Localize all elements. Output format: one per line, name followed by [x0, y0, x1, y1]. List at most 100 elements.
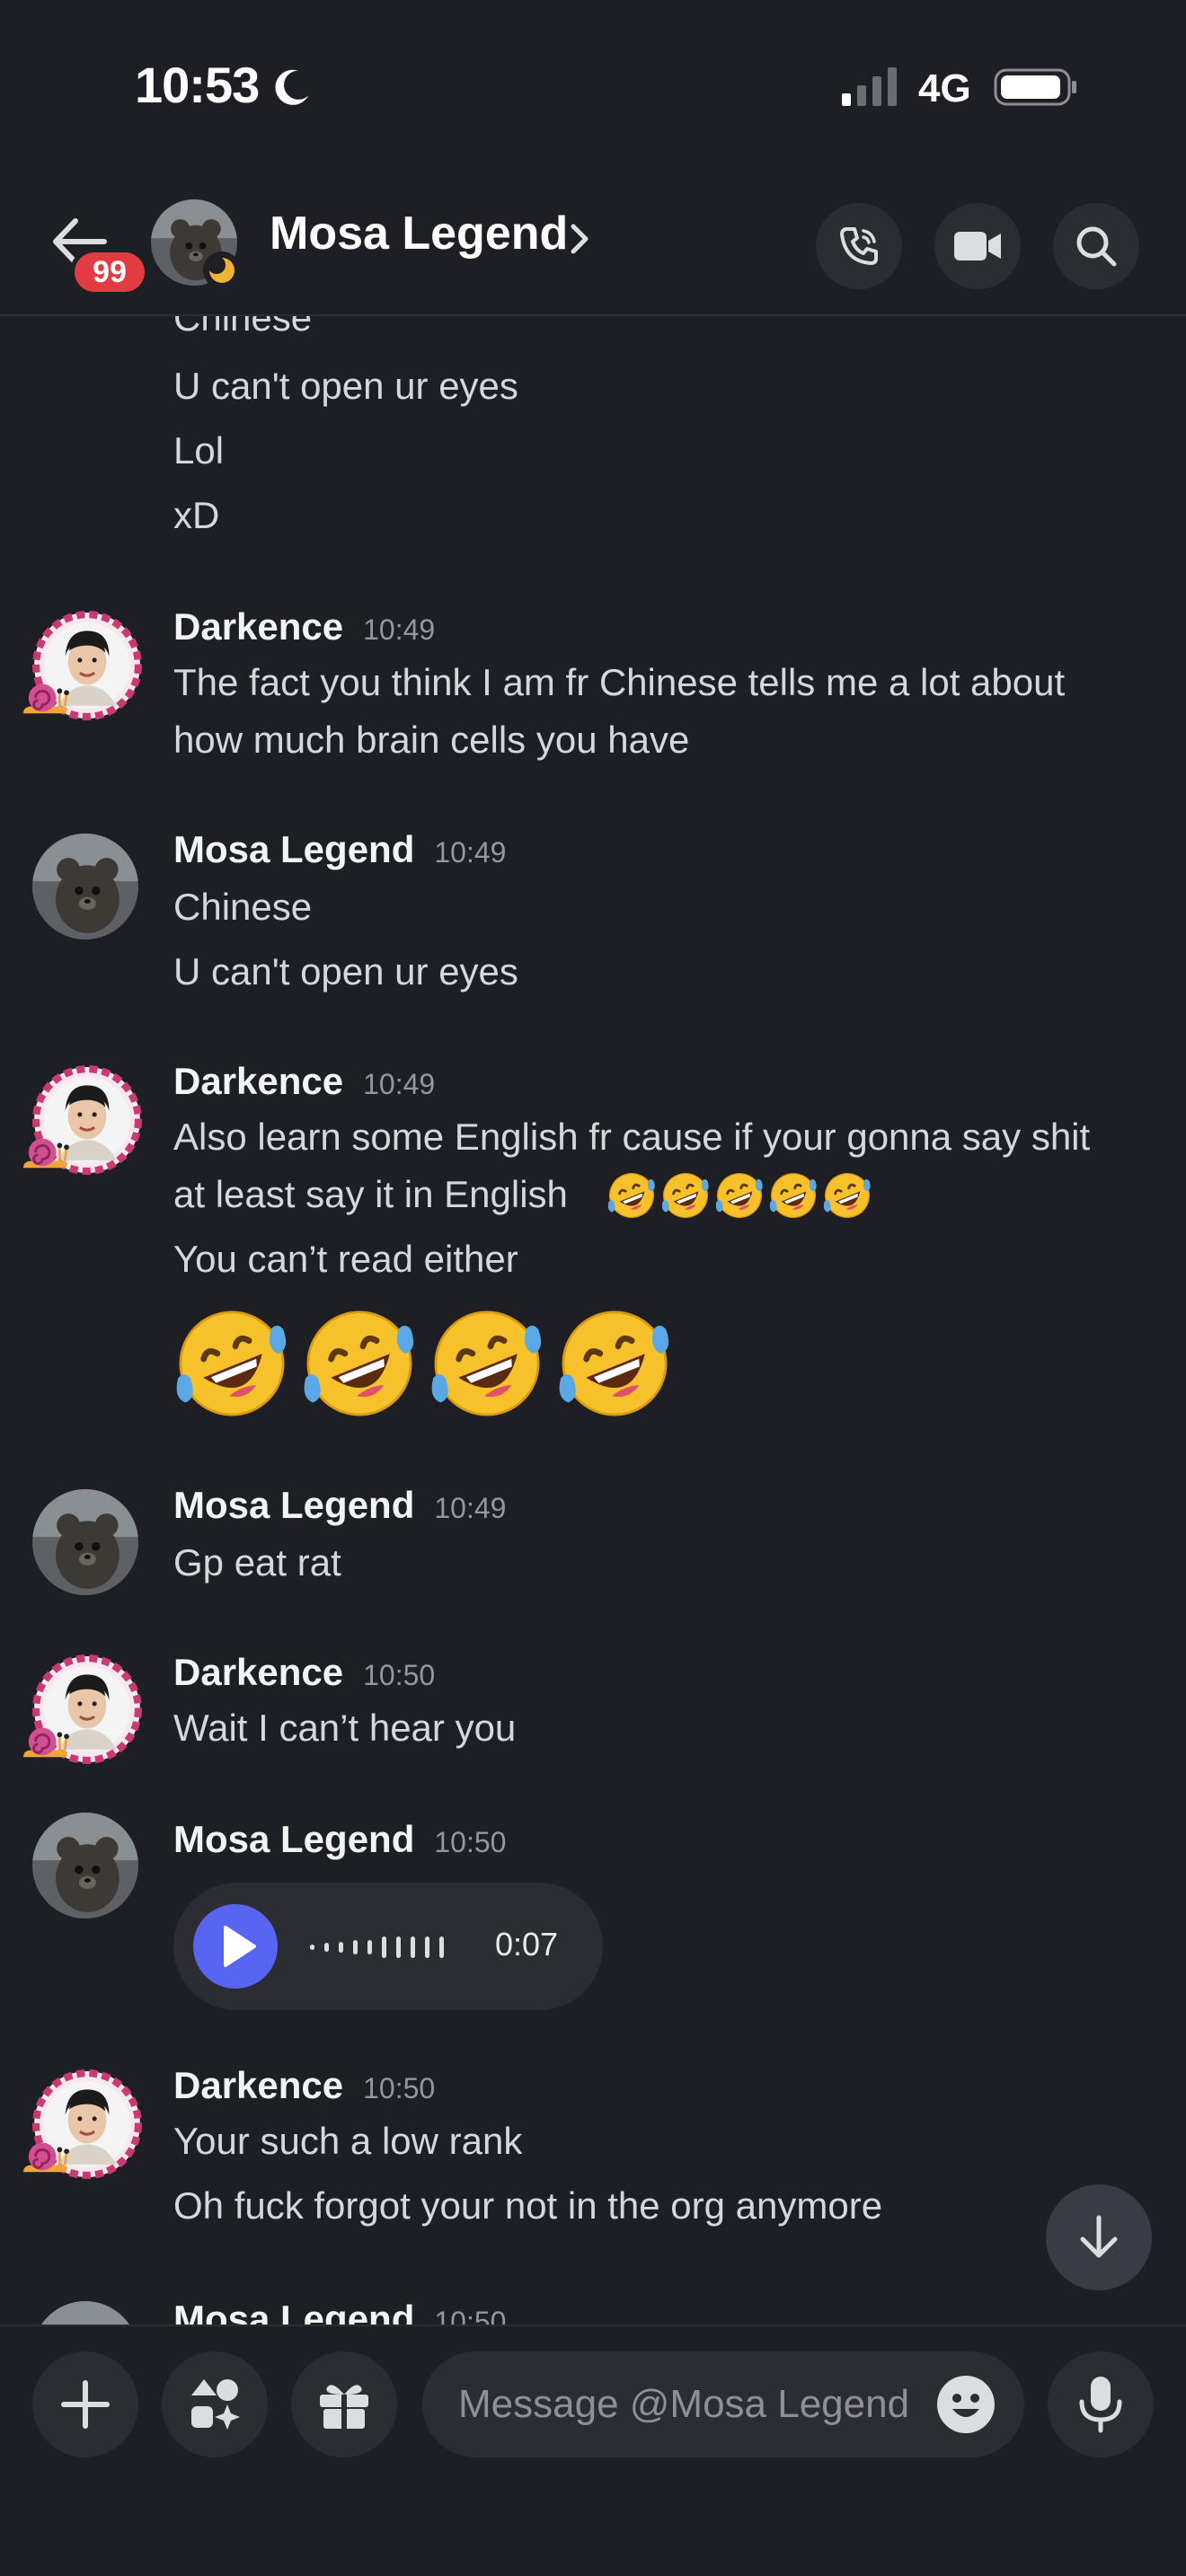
message-text: Lol [173, 429, 225, 472]
author-name[interactable]: Darkence [173, 2064, 343, 2106]
mosa-legend-avatar[interactable] [32, 1813, 138, 1919]
play-button[interactable] [193, 1904, 278, 1989]
author-name[interactable]: Darkence [173, 1651, 343, 1693]
mosa-legend-avatar[interactable] [32, 1489, 138, 1595]
message-timestamp: 10:49 [363, 1068, 436, 1100]
apps-icon [191, 2379, 240, 2430]
message-timestamp: 10:50 [363, 2072, 436, 2104]
message-timestamp: 10:49 [363, 613, 436, 646]
message-author[interactable]: Darkence 10:49 [173, 605, 435, 648]
message-timestamp: 10:50 [434, 1826, 507, 1858]
message-timestamp: 10:50 [363, 1659, 436, 1691]
status-time: 10:53 [135, 57, 260, 113]
message-author[interactable]: Darkence 10:49 [173, 1060, 435, 1103]
message-author[interactable]: Mosa Legend 10:50 [173, 2298, 506, 2325]
lion-cub-avatar-icon [32, 834, 138, 940]
search-icon [1076, 226, 1117, 267]
plus-icon [61, 2380, 110, 2429]
jumbo-emoji-row [171, 1302, 692, 1428]
darkence-avatar[interactable] [32, 1654, 142, 1764]
play-icon [224, 1926, 256, 1967]
message-text: Also learn some English fr cause if your… [173, 1116, 1091, 1158]
snail-decoration-icon [20, 2134, 72, 2177]
mosa-legend-avatar[interactable] [32, 2301, 138, 2325]
message-input-container[interactable] [422, 2351, 1024, 2457]
message-text: Your such a low rank [173, 2120, 523, 2162]
voice-duration: 0:07 [495, 1926, 559, 1963]
darkence-avatar[interactable] [32, 611, 142, 720]
message-author[interactable]: Darkence 10:50 [173, 1651, 435, 1694]
signal-icon [842, 67, 897, 106]
message-text: Chinese [173, 316, 313, 339]
chat-header: 99 Mosa Legend [0, 180, 1186, 316]
waveform-icon[interactable] [310, 1929, 472, 1965]
microphone-icon [1079, 2377, 1122, 2433]
rofl-emoji-icon [298, 1302, 420, 1425]
message-timestamp: 10:49 [434, 836, 507, 869]
message-timestamp: 10:50 [434, 2306, 507, 2325]
author-name[interactable]: Mosa Legend [173, 828, 414, 870]
rofl-emoji-icon [171, 1302, 293, 1425]
message-text: how much brain cells you have [173, 719, 690, 761]
snail-decoration-icon [20, 675, 72, 719]
header-title[interactable]: Mosa Legend [270, 207, 568, 260]
mosa-legend-avatar[interactable] [32, 834, 138, 940]
author-name[interactable]: Darkence [173, 1060, 343, 1102]
lion-cub-avatar-icon [32, 1489, 138, 1595]
voice-call-button[interactable] [816, 203, 902, 289]
rofl-emoji-icon [606, 1169, 658, 1222]
message-author[interactable]: Darkence 10:50 [173, 2064, 435, 2107]
darkence-avatar[interactable] [32, 2069, 142, 2179]
message-author[interactable]: Mosa Legend 10:49 [173, 828, 506, 871]
idle-status-icon [203, 251, 241, 289]
message-composer [0, 2325, 1186, 2576]
voice-message[interactable]: 0:07 [173, 1883, 603, 2010]
network-label: 4G [918, 66, 971, 110]
video-icon [954, 232, 1001, 260]
message-text: Gp eat rat [173, 1541, 341, 1584]
message-text: The fact you think I am fr Chinese tells… [173, 661, 1066, 703]
snail-decoration-icon [20, 1130, 72, 1173]
message-text: Wait I can’t hear you [173, 1707, 517, 1749]
status-bar: 10:53 4G [0, 0, 1186, 180]
moon-icon [275, 69, 309, 105]
message-text: Chinese [173, 886, 313, 928]
author-name[interactable]: Mosa Legend [173, 1484, 414, 1526]
jump-to-bottom-button[interactable] [1046, 2184, 1152, 2290]
author-name[interactable]: Mosa Legend [173, 2298, 414, 2325]
inline-emoji-row [606, 1169, 875, 1223]
search-button[interactable] [1053, 203, 1139, 289]
arrow-down-icon [1080, 2215, 1118, 2258]
chevron-right-icon[interactable] [568, 221, 591, 257]
rofl-emoji-icon [767, 1169, 819, 1222]
message-author[interactable]: Mosa Legend 10:49 [173, 1484, 506, 1527]
message-text: U can't open ur eyes [173, 950, 518, 992]
gift-button[interactable] [291, 2351, 397, 2457]
voice-record-button[interactable] [1048, 2351, 1154, 2457]
message-input[interactable] [458, 2351, 934, 2457]
message-author[interactable]: Mosa Legend 10:50 [173, 1818, 506, 1861]
lion-cub-avatar-icon [32, 1813, 138, 1919]
gift-icon [320, 2385, 368, 2429]
rofl-emoji-icon [659, 1169, 712, 1222]
battery-icon [994, 68, 1076, 106]
rofl-emoji-icon [553, 1302, 676, 1425]
unread-badge: 99 [70, 248, 149, 296]
video-call-button[interactable] [934, 203, 1021, 289]
phone-icon [840, 227, 878, 265]
apps-button[interactable] [162, 2351, 268, 2457]
lion-cub-avatar-icon [32, 2301, 138, 2325]
darkence-avatar[interactable] [32, 1065, 142, 1175]
message-timestamp: 10:49 [434, 1492, 507, 1524]
attach-button[interactable] [32, 2351, 138, 2457]
author-name[interactable]: Mosa Legend [173, 1818, 414, 1860]
snail-decoration-icon [20, 1719, 72, 1762]
author-name[interactable]: Darkence [173, 605, 343, 648]
message-text: Oh fuck forgot your not in the org anymo… [173, 2184, 883, 2227]
message-text: You can’t read either [173, 1238, 518, 1280]
rofl-emoji-icon [713, 1169, 766, 1222]
emoji-icon[interactable] [936, 2375, 996, 2434]
message-text: xD [173, 494, 220, 536]
rofl-emoji-icon [426, 1302, 548, 1425]
message-list[interactable]: Chinese U can't open ur eyes Lol xD Dark… [0, 316, 1186, 2325]
